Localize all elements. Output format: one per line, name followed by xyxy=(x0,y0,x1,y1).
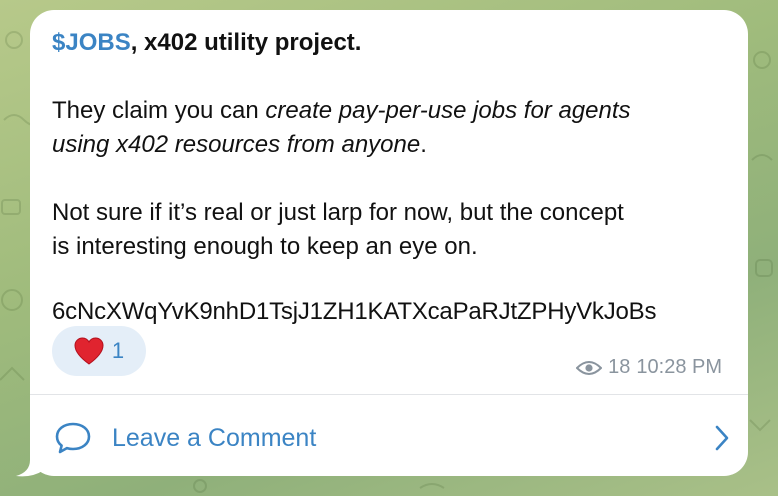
opinion-line1: Not sure if it’s real or just larp for n… xyxy=(52,199,624,226)
headline-text: , x402 utility project. xyxy=(130,29,362,56)
eye-icon xyxy=(576,360,603,375)
message-meta: 18 10:28 PM xyxy=(576,356,722,379)
reaction-count: 1 xyxy=(111,338,125,363)
message-time: 10:28 PM xyxy=(636,356,722,378)
claim-suffix: . xyxy=(420,131,427,158)
message-bubble: $JOBS, x402 utility project. They claim … xyxy=(30,10,748,476)
claim-italic-line1: create pay-per-use jobs for agents xyxy=(265,97,631,124)
view-count: 18 xyxy=(608,356,631,378)
comment-bubble-icon xyxy=(55,422,91,454)
ticker-link[interactable]: $JOBS xyxy=(52,29,131,56)
leave-comment-button[interactable]: Leave a Comment xyxy=(54,414,730,462)
claim-prefix: They claim you can xyxy=(52,97,266,124)
claim-italic-line2: using x402 resources from anyone xyxy=(52,131,421,158)
heart-icon xyxy=(74,337,104,365)
leave-comment-label: Leave a Comment xyxy=(112,423,317,452)
message-text: $JOBS, x402 utility project. They claim … xyxy=(52,26,726,326)
paragraph-claim: They claim you can create pay-per-use jo… xyxy=(52,94,726,162)
comment-divider xyxy=(30,394,748,395)
message-headline: $JOBS, x402 utility project. xyxy=(52,26,726,60)
contract-address[interactable]: 6cNcXWqYvK9nhD1TsjJ1ZH1KATXcaPaRJtZPHyVk… xyxy=(52,298,726,326)
paragraph-opinion: Not sure if it’s real or just larp for n… xyxy=(52,196,726,264)
chevron-right-icon xyxy=(715,425,729,451)
opinion-line2: is interesting enough to keep an eye on. xyxy=(52,233,478,260)
reaction-heart[interactable]: 1 xyxy=(52,326,146,376)
